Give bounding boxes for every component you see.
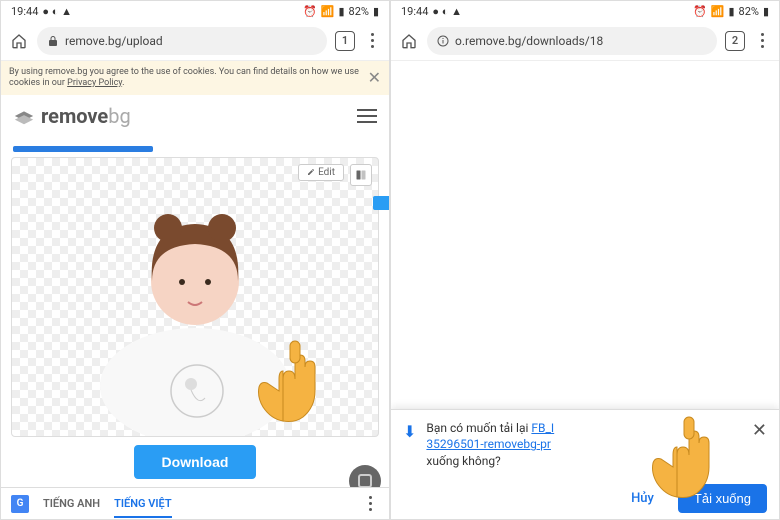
url-bar[interactable]: remove.bg/upload [37,27,327,55]
battery-pct: 82% [349,5,369,18]
google-translate-icon[interactable]: G [11,495,29,513]
battery-icon: ▮ [763,5,769,18]
status-icons: ● ◐ ▲ [42,5,72,18]
cancel-button[interactable]: Hủy [631,491,654,506]
status-icons: ● ◐ ▲ [432,5,462,18]
browser-toolbar: o.remove.bg/downloads/18 2 [391,21,779,61]
status-time: 19:44 [401,5,428,18]
battery-icon: ▮ [373,5,379,18]
compare-icon [355,169,367,181]
home-button[interactable] [9,31,29,51]
download-prompt: ⬇ Bạn có muốn tải lại FB_I 35296501-remo… [391,409,779,519]
cookie-close-button[interactable]: ✕ [368,68,381,87]
alarm-icon: ⏰ [303,5,317,18]
site-header: removebg [1,95,389,137]
status-bar: 19:44 ● ◐ ▲ ⏰ 📶 ▮ 82% ▮ [391,1,779,21]
sale-badge [373,196,389,210]
browser-toolbar: remove.bg/upload 1 [1,21,389,61]
download-button[interactable]: Download [134,445,257,479]
info-icon [437,35,449,47]
blank-page [391,61,779,421]
phone-right: 19:44 ● ◐ ▲ ⏰ 📶 ▮ 82% ▮ o.remove.bg/down… [390,0,780,520]
phone-left: 19:44 ● ◐ ▲ ⏰ 📶 ▮ 82% ▮ remove.bg/upload… [0,0,390,520]
removebg-logo[interactable]: removebg [13,104,131,128]
signal-icon: ▮ [338,5,344,18]
prompt-close-button[interactable]: ✕ [752,420,767,441]
lang-english[interactable]: TIẾNG ANH [43,497,100,510]
url-bar[interactable]: o.remove.bg/downloads/18 [427,27,717,55]
tab-count[interactable]: 1 [335,31,355,51]
privacy-link[interactable]: Privacy Policy [67,78,122,88]
alarm-icon: ⏰ [693,5,707,18]
url-text: remove.bg/upload [65,34,163,48]
logo-icon [13,105,35,127]
wifi-icon: 📶 [321,5,335,18]
confirm-download-button[interactable]: Tải xuống [678,484,767,513]
download-message: Bạn có muốn tải lại FB_I 35296501-remove… [426,420,742,470]
subject-silhouette [90,186,300,436]
file-link-a[interactable]: FB_I [531,421,554,435]
lang-vietnamese[interactable]: TIẾNG VIỆT [114,497,172,518]
edit-button[interactable]: Edit [298,164,344,181]
battery-pct: 82% [739,5,759,18]
translate-bar: G TIẾNG ANH TIẾNG VIỆT [1,487,389,519]
menu-button[interactable] [753,33,771,48]
url-text: o.remove.bg/downloads/18 [455,34,603,48]
menu-button[interactable] [363,33,381,48]
file-link-b[interactable]: 35296501-removebg-pr [426,437,551,451]
download-icon: ⬇ [403,422,416,441]
signal-icon: ▮ [728,5,734,18]
translate-menu[interactable] [361,496,379,511]
status-time: 19:44 [11,5,38,18]
pencil-icon [307,168,315,176]
wifi-icon: 📶 [711,5,725,18]
lock-icon [47,35,59,47]
compare-button[interactable] [350,164,372,186]
status-bar: 19:44 ● ◐ ▲ ⏰ 📶 ▮ 82% ▮ [1,1,389,21]
home-button[interactable] [399,31,419,51]
result-image-card: Edit [11,157,379,437]
cookie-text-a: By using remove.bg you agree to the use … [9,67,359,88]
tab-count[interactable]: 2 [725,31,745,51]
cookie-text-b: . [122,78,124,88]
hamburger-menu[interactable] [357,109,377,123]
cookie-banner: By using remove.bg you agree to the use … [1,61,389,95]
active-tab-indicator [1,137,389,153]
